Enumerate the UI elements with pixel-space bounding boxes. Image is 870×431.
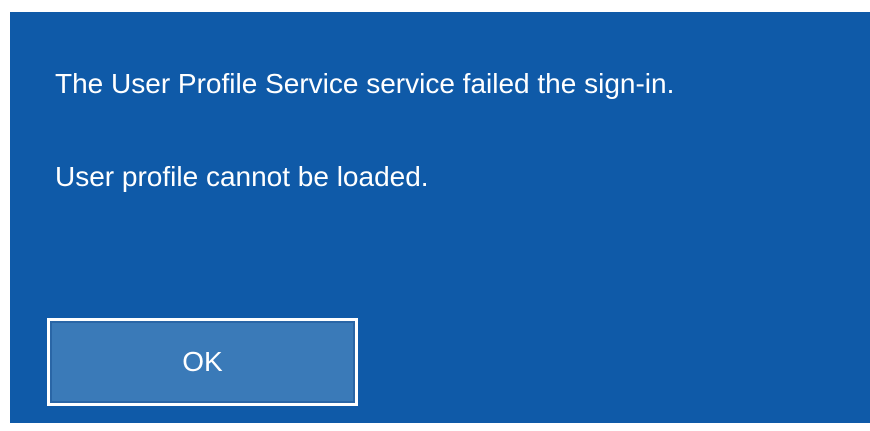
- error-dialog: The User Profile Service service failed …: [10, 12, 870, 423]
- error-message: The User Profile Service service failed …: [55, 68, 675, 99]
- error-detail-message: User profile cannot be loaded.: [55, 161, 429, 192]
- ok-button[interactable]: OK: [47, 318, 358, 406]
